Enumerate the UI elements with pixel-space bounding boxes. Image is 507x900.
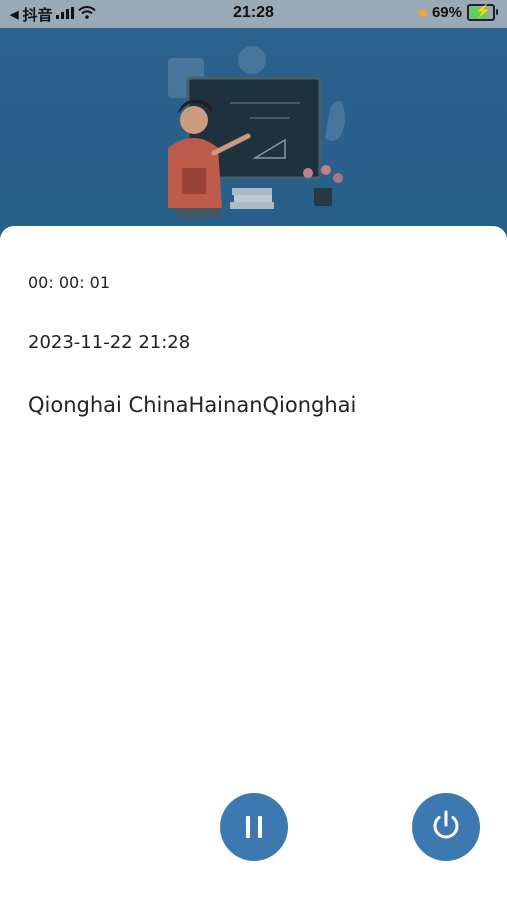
recording-datetime: 2023-11-22 21:28 xyxy=(28,332,191,353)
power-icon xyxy=(429,808,463,846)
status-bar: ◀ 抖音 21:28 69% ⚡ xyxy=(0,0,507,28)
recording-card: 00: 00: 01 2023-11-22 21:28 Qionghai Chi… xyxy=(0,226,507,900)
hero-illustration xyxy=(0,28,507,243)
power-button[interactable] xyxy=(412,793,480,861)
pause-icon xyxy=(242,816,266,838)
recording-location: Qionghai ChinaHainanQionghai xyxy=(28,393,357,417)
charging-dot-icon xyxy=(418,8,427,17)
battery-percent: 69% xyxy=(431,4,462,21)
pause-button[interactable] xyxy=(220,793,288,861)
status-right: 69% ⚡ xyxy=(418,3,498,21)
battery-icon: ⚡ xyxy=(467,3,498,21)
elapsed-timer: 00: 00: 01 xyxy=(28,273,111,292)
